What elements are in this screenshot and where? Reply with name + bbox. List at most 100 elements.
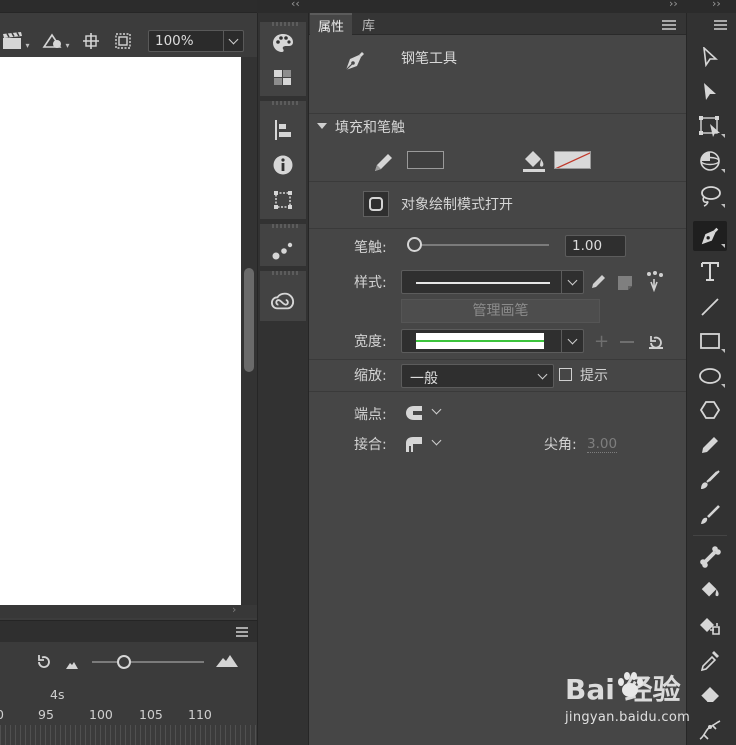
creative-cloud-libraries-icon[interactable] xyxy=(271,289,295,313)
tools-menu-icon[interactable] xyxy=(714,20,727,32)
width-profile-select[interactable] xyxy=(401,329,584,353)
hinting-checkbox[interactable] xyxy=(559,368,572,381)
text-tool[interactable] xyxy=(693,256,727,286)
object-drawing-toggle[interactable] xyxy=(363,191,389,217)
collapse-right-icon[interactable]: ›› xyxy=(712,0,721,10)
align-icon[interactable] xyxy=(271,118,295,142)
paw-icon xyxy=(615,670,645,704)
line-tool[interactable] xyxy=(693,292,727,322)
zoom-select[interactable]: 100% xyxy=(148,30,244,52)
chevron-right-icon[interactable]: › xyxy=(232,603,236,616)
width-profile-preview xyxy=(416,333,544,349)
stroke-size-value: 1.00 xyxy=(572,238,603,254)
zoom-in-mountain-icon[interactable] xyxy=(216,655,238,671)
brush-library-button-icon[interactable] xyxy=(646,270,664,296)
frame-number: 110 xyxy=(188,707,212,722)
stroke-style-select[interactable] xyxy=(401,270,584,294)
properties-collapse-strip[interactable]: ›› xyxy=(309,0,686,13)
clapper-icon[interactable]: ▾ xyxy=(2,30,30,52)
stage-scroll-thumb[interactable] xyxy=(244,268,254,372)
brush-tool[interactable] xyxy=(693,500,727,530)
zoom-value: 100% xyxy=(155,33,194,49)
submenu-indicator xyxy=(721,134,725,138)
timeline-menu-icon[interactable] xyxy=(236,627,248,639)
ink-bottle-tool[interactable] xyxy=(693,611,727,641)
fill-color-swatch[interactable] xyxy=(554,151,591,169)
subselection-tool[interactable] xyxy=(693,77,727,107)
loop-icon[interactable] xyxy=(36,654,52,674)
section-title-fill-stroke[interactable]: 填充和笔触 xyxy=(335,117,405,137)
submenu-indicator xyxy=(721,244,725,248)
polystar-tool[interactable] xyxy=(693,395,727,425)
hinting-label: 提示 xyxy=(580,368,608,384)
round-cap-icon[interactable] xyxy=(406,406,422,424)
timeline-zoom-knob[interactable] xyxy=(117,655,131,669)
stroke-slider-track[interactable] xyxy=(414,244,549,246)
solid-line-preview xyxy=(416,282,550,284)
zoom-out-mountain-icon[interactable] xyxy=(66,658,78,673)
collapse-right-icon[interactable]: ›› xyxy=(669,0,678,10)
tab-library[interactable]: 库 xyxy=(354,13,383,35)
tools-collapse-strip[interactable]: ›› xyxy=(686,0,736,13)
timeline-ruler[interactable]: 4s 0 95 100 105 110 xyxy=(0,683,257,745)
cap-label: 端点: xyxy=(354,407,387,423)
stroke-label: 笔触: xyxy=(354,240,387,256)
dock-grip[interactable] xyxy=(272,271,300,275)
chevron-down-icon[interactable] xyxy=(561,330,583,352)
brush-library-icon[interactable] xyxy=(271,238,295,262)
symbol-edit-icon[interactable]: ▾ xyxy=(42,30,70,52)
round-join-icon[interactable] xyxy=(406,437,422,456)
paint-brush-tool[interactable] xyxy=(693,465,727,495)
dock-collapse-strip[interactable]: ‹‹ xyxy=(257,0,309,13)
transform-icon[interactable] xyxy=(271,188,295,212)
selection-tool[interactable] xyxy=(693,42,727,72)
tab-properties[interactable]: 属性 xyxy=(310,13,353,35)
width-label: 宽度: xyxy=(354,334,387,350)
dock-grip[interactable] xyxy=(272,101,300,105)
paint-bucket-tool[interactable] xyxy=(693,576,727,606)
stroke-slider-knob[interactable] xyxy=(407,237,422,252)
chevron-down-icon[interactable] xyxy=(561,271,583,293)
chevron-down-icon[interactable] xyxy=(223,31,243,51)
chevron-down-icon[interactable] xyxy=(535,369,549,383)
edit-style-pencil-icon[interactable] xyxy=(591,273,607,293)
collapse-left-icon[interactable]: ‹‹ xyxy=(291,0,300,10)
swatches-icon[interactable] xyxy=(271,66,295,90)
stroke-color-swatch[interactable] xyxy=(407,151,444,169)
stroke-pencil-icon xyxy=(373,151,395,177)
tool-name: 钢笔工具 xyxy=(401,51,457,67)
pencil-tool[interactable] xyxy=(693,430,727,460)
timeline-zoom-track[interactable] xyxy=(92,661,204,663)
dock-grip[interactable] xyxy=(272,224,300,228)
chevron-down-icon[interactable] xyxy=(431,404,443,416)
stage-horizontal-scrollbar[interactable] xyxy=(0,605,257,618)
manage-brushes-button[interactable]: 管理画笔 xyxy=(401,299,600,323)
width-profile-line xyxy=(416,340,544,342)
bone-tool[interactable] xyxy=(693,542,727,572)
divider xyxy=(309,391,686,392)
info-icon[interactable] xyxy=(271,153,295,177)
brush-options-icon[interactable] xyxy=(618,274,636,294)
miter-label: 尖角: xyxy=(544,437,577,453)
stroke-size-input[interactable]: 1.00 xyxy=(565,235,626,257)
frame-number: 105 xyxy=(139,707,163,722)
submenu-indicator xyxy=(721,349,725,353)
disclosure-triangle-icon[interactable] xyxy=(317,123,327,129)
divider xyxy=(309,359,686,360)
scale-value: 一般 xyxy=(410,371,438,387)
clip-stage-icon[interactable] xyxy=(112,30,134,52)
stage-canvas[interactable] xyxy=(0,57,241,605)
tools-divider xyxy=(693,535,727,536)
remove-width-icon xyxy=(620,341,634,343)
reset-width-icon[interactable] xyxy=(648,334,664,354)
chevron-down-icon[interactable] xyxy=(431,435,443,447)
panel-menu-icon[interactable] xyxy=(662,20,676,32)
dock-grip[interactable] xyxy=(272,22,300,26)
color-palette-icon[interactable] xyxy=(271,31,295,55)
frame-number: 95 xyxy=(38,707,54,722)
style-label: 样式: xyxy=(354,275,387,291)
stage-top-strip xyxy=(0,0,257,13)
miter-value[interactable]: 3.00 xyxy=(587,436,618,453)
center-stage-icon[interactable] xyxy=(80,30,102,52)
scale-select[interactable]: 一般 xyxy=(401,364,554,388)
